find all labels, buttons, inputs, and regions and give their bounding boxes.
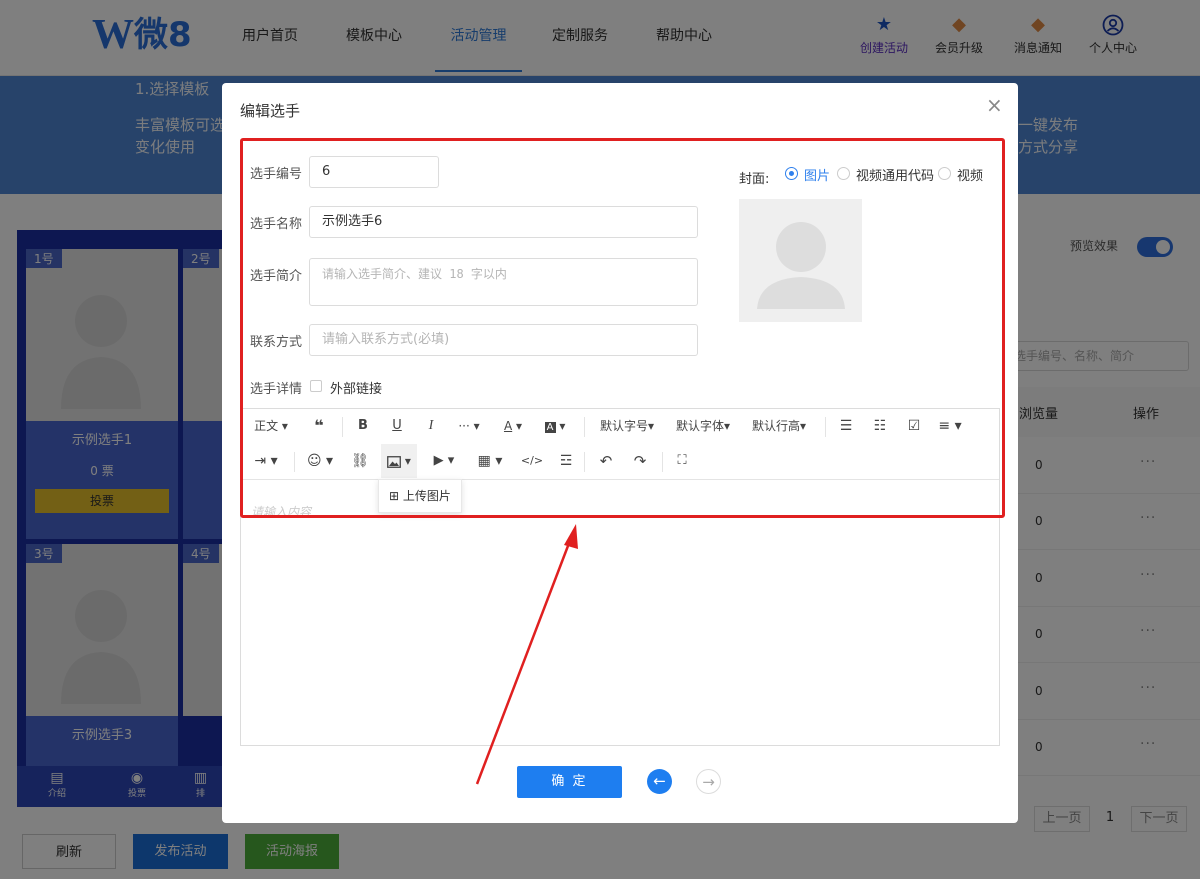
line-height-dropdown[interactable]: 默认行高▾ (745, 409, 813, 443)
cover-image-radio[interactable] (785, 167, 798, 180)
upload-image-menu-item[interactable]: ⊞ 上传图片 (378, 479, 462, 513)
editor-placeholder[interactable]: 请输入内容 (251, 503, 311, 520)
font-family-dropdown[interactable]: 默认字体▾ (669, 409, 737, 443)
external-link-label: 外部链接 (330, 382, 383, 397)
bold-icon[interactable]: B (347, 409, 379, 443)
cover-image-upload[interactable] (739, 199, 862, 322)
cover-option-image[interactable]: 图片 (804, 165, 830, 184)
number-label: 选手编号 (250, 167, 303, 182)
previous-arrow-icon[interactable]: ← (647, 769, 672, 794)
confirm-button[interactable]: 确 定 (517, 766, 622, 798)
image-dropdown-icon[interactable]: ▾ (381, 444, 417, 478)
toolbar-divider (662, 452, 663, 472)
intro-label: 选手简介 (250, 269, 303, 284)
paragraph-format-dropdown[interactable]: 正文 ▾ (249, 409, 293, 443)
toolbar-divider (342, 417, 343, 437)
font-size-label: 默认字号 (599, 419, 648, 433)
line-height-label: 默认行高 (751, 419, 800, 433)
cover-label: 封面: (739, 172, 770, 187)
todo-list-icon[interactable]: ☑ (899, 409, 929, 443)
bulleted-list-icon[interactable]: ☰ (831, 409, 861, 443)
avatar-placeholder-icon (757, 222, 845, 309)
fullscreen-icon[interactable]: ⛶ (667, 444, 697, 478)
font-size-dropdown[interactable]: 默认字号▾ (593, 409, 661, 443)
edit-contestant-dialog: 编辑选手 × 选手编号 6 选手名称 示例选手6 选手简介 请输入选手简介、建议… (222, 83, 1018, 823)
contestant-name-field[interactable]: 示例选手6 (309, 206, 698, 238)
dialog-title: 编辑选手 (240, 102, 301, 120)
more-styles-dropdown[interactable]: ··· ▾ (451, 409, 487, 443)
upload-image-icon: ⊞ (389, 489, 400, 503)
detail-label: 选手详情 (250, 382, 303, 397)
toolbar-divider (294, 452, 295, 472)
indent-dropdown-icon[interactable]: ⇥ ▾ (249, 444, 283, 478)
font-color-icon: A (503, 419, 513, 433)
quote-icon[interactable]: ❝ (301, 409, 337, 443)
contestant-intro-textarea[interactable]: 请输入选手简介、建议 18 字以内 (309, 258, 698, 306)
toolbar-divider (584, 417, 585, 437)
cover-option-video-code[interactable]: 视频通用代码 (856, 165, 934, 184)
editor-toolbar-row-1: 正文 ▾ ❝ B U I ··· ▾ A ▾ A ▾ 默认字号▾ 默认字体▾ 默… (241, 409, 999, 443)
contact-label: 联系方式 (250, 335, 303, 350)
video-dropdown-icon[interactable]: ▶ ▾ (427, 444, 461, 478)
emoji-dropdown-icon[interactable]: ☺ ▾ (303, 444, 337, 478)
cover-option-video[interactable]: 视频 (957, 165, 983, 184)
link-icon[interactable]: ⛓ (345, 444, 375, 478)
align-dropdown-icon[interactable]: ≡ ▾ (933, 409, 967, 443)
contestant-number-field[interactable]: 6 (309, 156, 439, 188)
upload-image-label: 上传图片 (402, 489, 451, 503)
toolbar-divider (584, 452, 585, 472)
contact-field[interactable]: 请输入联系方式(必填) (309, 324, 698, 356)
cover-video-code-radio[interactable] (837, 167, 850, 180)
external-link-checkbox[interactable] (310, 380, 322, 392)
font-family-label: 默认字体 (675, 419, 724, 433)
numbered-list-icon[interactable]: ☷ (865, 409, 895, 443)
toolbar-divider (825, 417, 826, 437)
redo-icon[interactable]: ↷ (625, 444, 655, 478)
table-dropdown-icon[interactable]: ▦ ▾ (473, 444, 507, 478)
image-icon (387, 455, 401, 468)
cover-video-radio[interactable] (938, 167, 951, 180)
background-color-dropdown[interactable]: A ▾ (537, 409, 573, 443)
toolbar-divider-line (241, 479, 999, 480)
divider-line-icon[interactable]: ☲ (551, 444, 581, 478)
undo-icon[interactable]: ↶ (591, 444, 621, 478)
font-color-dropdown[interactable]: A ▾ (495, 409, 531, 443)
editor-toolbar-row-2: ⇥ ▾ ☺ ▾ ⛓ ▾ ▶ ▾ ▦ ▾ </> ☲ ↶ ↷ ⛶ (241, 444, 999, 478)
underline-icon[interactable]: U (381, 409, 413, 443)
code-icon[interactable]: </> (517, 444, 547, 478)
close-icon[interactable]: × (986, 93, 1003, 117)
next-arrow-icon[interactable]: → (696, 769, 721, 794)
name-label: 选手名称 (250, 217, 303, 232)
italic-icon[interactable]: I (415, 409, 447, 443)
more-styles-icon: ··· (458, 419, 470, 433)
background-color-icon: A (544, 422, 556, 433)
rich-text-editor: 正文 ▾ ❝ B U I ··· ▾ A ▾ A ▾ 默认字号▾ 默认字体▾ 默… (240, 408, 1000, 746)
paragraph-format-label: 正文 (254, 419, 279, 433)
